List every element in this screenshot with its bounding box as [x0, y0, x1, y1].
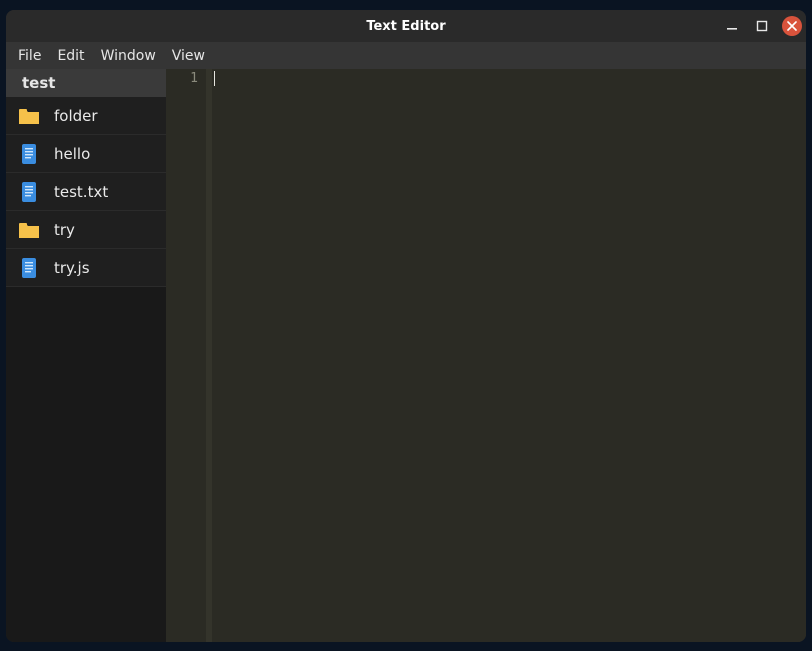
menu-file[interactable]: File: [12, 45, 47, 67]
editor-textarea[interactable]: [212, 69, 806, 642]
file-label: folder: [54, 107, 98, 125]
sidebar: test folder hello test.txt: [6, 69, 166, 642]
file-icon: [18, 257, 40, 279]
file-label: test.txt: [54, 183, 108, 201]
body: test folder hello test.txt: [6, 69, 806, 642]
file-icon: [18, 143, 40, 165]
sidebar-item-hello[interactable]: hello: [6, 135, 166, 173]
window-title: Text Editor: [6, 19, 806, 34]
minimize-button[interactable]: [722, 16, 742, 36]
file-icon: [18, 181, 40, 203]
text-cursor: [214, 71, 215, 86]
app-window: Text Editor File Edit Window View test: [6, 10, 806, 642]
file-label: try.js: [54, 259, 90, 277]
minimize-icon: [726, 20, 738, 32]
sidebar-item-test-txt[interactable]: test.txt: [6, 173, 166, 211]
menu-window[interactable]: Window: [95, 45, 162, 67]
sidebar-item-try[interactable]: try: [6, 211, 166, 249]
folder-icon: [18, 219, 40, 241]
line-gutter: 1: [166, 69, 206, 642]
menu-view[interactable]: View: [166, 45, 211, 67]
folder-icon: [18, 105, 40, 127]
close-icon: [787, 21, 797, 31]
sidebar-item-folder[interactable]: folder: [6, 97, 166, 135]
editor: 1: [166, 69, 806, 642]
menubar: File Edit Window View: [6, 42, 806, 69]
editor-inner: 1: [166, 69, 806, 642]
file-label: hello: [54, 145, 90, 163]
close-button[interactable]: [782, 16, 802, 36]
line-number: 1: [166, 71, 198, 86]
maximize-button[interactable]: [752, 16, 772, 36]
menu-edit[interactable]: Edit: [51, 45, 90, 67]
file-label: try: [54, 221, 75, 239]
titlebar[interactable]: Text Editor: [6, 10, 806, 42]
maximize-icon: [756, 20, 768, 32]
sidebar-root[interactable]: test: [6, 69, 166, 97]
window-controls: [722, 10, 802, 42]
sidebar-item-try-js[interactable]: try.js: [6, 249, 166, 287]
